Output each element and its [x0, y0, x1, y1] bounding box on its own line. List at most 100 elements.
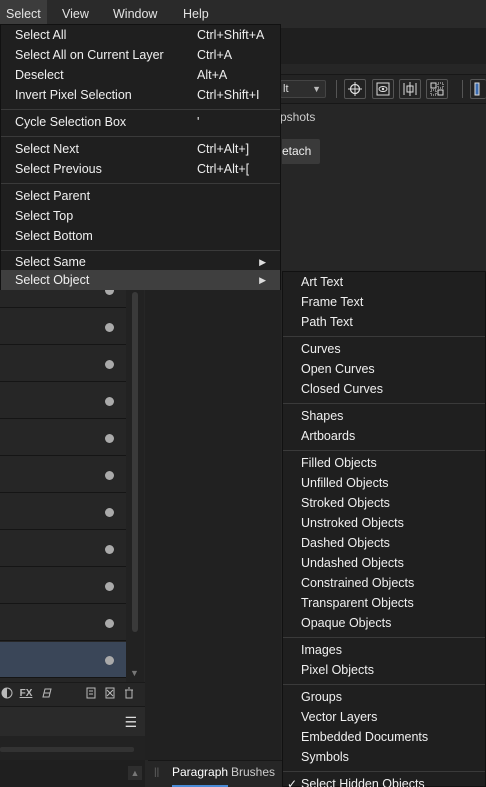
- mask-icon[interactable]: [40, 687, 54, 701]
- layer-row[interactable]: [0, 420, 126, 456]
- menu-item-select-previous[interactable]: Select Previous Ctrl+Alt+[: [1, 159, 280, 179]
- blend-mode-icon[interactable]: [0, 687, 14, 701]
- menu-item-label: Select Hidden Objects: [301, 777, 425, 787]
- snapshots-tab[interactable]: pshots: [280, 110, 315, 124]
- menu-item-label: Closed Curves: [301, 382, 383, 396]
- menu-item-artboards[interactable]: Artboards: [283, 426, 485, 446]
- menu-item-label: Invert Pixel Selection: [15, 88, 132, 102]
- menu-item-cycle-selection-box[interactable]: Cycle Selection Box ': [1, 112, 280, 132]
- menu-item-dashed-objects[interactable]: Dashed Objects: [283, 533, 485, 553]
- menu-item-select-bottom[interactable]: Select Bottom: [1, 226, 280, 246]
- menu-item-select-top[interactable]: Select Top: [1, 206, 280, 226]
- visibility-dot-icon[interactable]: [105, 507, 114, 517]
- crosshair-icon: [348, 82, 362, 96]
- panel-toggle-button[interactable]: [470, 79, 486, 99]
- align-center-button[interactable]: [399, 79, 421, 99]
- menu-item-select-parent[interactable]: Select Parent: [1, 186, 280, 206]
- menu-item-select-all[interactable]: Select All Ctrl+Shift+A: [1, 25, 280, 45]
- visibility-dot-icon[interactable]: [105, 655, 114, 665]
- layer-row[interactable]: [0, 494, 126, 530]
- menu-item-label: Images: [301, 643, 342, 657]
- trash-icon[interactable]: [122, 687, 136, 701]
- menu-item-embedded-documents[interactable]: Embedded Documents: [283, 727, 485, 747]
- align-center-icon: [403, 82, 417, 96]
- chevron-down-icon: ▼: [312, 84, 321, 94]
- menu-separator: [1, 183, 280, 184]
- menu-item-unstroked-objects[interactable]: Unstroked Objects: [283, 513, 485, 533]
- layers-scrollbar[interactable]: ▼: [126, 290, 144, 682]
- visibility-dot-icon[interactable]: [105, 470, 114, 480]
- menu-item-invert-pixel-selection[interactable]: Invert Pixel Selection Ctrl+Shift+I: [1, 85, 280, 105]
- menu-item-curves[interactable]: Curves: [283, 339, 485, 359]
- menu-item-symbols[interactable]: Symbols: [283, 747, 485, 767]
- top-toolbar: [280, 28, 486, 64]
- visibility-dot-icon[interactable]: [105, 396, 114, 406]
- layer-row[interactable]: [0, 642, 126, 678]
- layer-row[interactable]: [0, 383, 126, 419]
- menu-item-groups[interactable]: Groups: [283, 687, 485, 707]
- canvas-area: [145, 290, 281, 760]
- detach-button[interactable]: etach: [282, 139, 320, 164]
- crosshair-button[interactable]: [344, 79, 366, 99]
- scroll-down-icon[interactable]: ▼: [130, 668, 139, 678]
- view-box-button[interactable]: [372, 79, 394, 99]
- layers-footer: FX: [0, 682, 145, 704]
- layer-row[interactable]: [0, 605, 126, 641]
- scrollbar-thumb[interactable]: [132, 292, 138, 632]
- layer-row[interactable]: [0, 309, 126, 345]
- layer-row[interactable]: [0, 531, 126, 567]
- menu-item-pixel-objects[interactable]: Pixel Objects: [283, 660, 485, 680]
- grip-icon[interactable]: ||: [154, 767, 159, 778]
- menu-item-select-hidden-objects[interactable]: ✓ Select Hidden Objects: [283, 774, 485, 787]
- layer-row[interactable]: [0, 457, 126, 493]
- menu-item-opaque-objects[interactable]: Opaque Objects: [283, 613, 485, 633]
- visibility-dot-icon[interactable]: [105, 581, 114, 591]
- menu-item-art-text[interactable]: Art Text: [283, 272, 485, 292]
- visibility-dot-icon[interactable]: [105, 544, 114, 554]
- delete-layer-icon[interactable]: [103, 687, 117, 701]
- submenu-arrow-icon: ▶: [259, 257, 266, 267]
- toolbar-divider: [462, 80, 463, 98]
- menu-item-unfilled-objects[interactable]: Unfilled Objects: [283, 473, 485, 493]
- menu-item-shapes[interactable]: Shapes: [283, 406, 485, 426]
- fx-icon[interactable]: FX: [19, 687, 33, 701]
- menu-item-transparent-objects[interactable]: Transparent Objects: [283, 593, 485, 613]
- slider-track[interactable]: [0, 747, 134, 752]
- tab-brushes[interactable]: Brushes: [231, 761, 275, 787]
- menu-item-filled-objects[interactable]: Filled Objects: [283, 453, 485, 473]
- menu-separator: [283, 637, 485, 638]
- visibility-dot-icon[interactable]: [105, 618, 114, 628]
- menu-item-label: Unfilled Objects: [301, 476, 389, 490]
- menu-item-constrained-objects[interactable]: Constrained Objects: [283, 573, 485, 593]
- menu-item-deselect[interactable]: Deselect Alt+A: [1, 65, 280, 85]
- menu-item-select-next[interactable]: Select Next Ctrl+Alt+]: [1, 139, 280, 159]
- menu-item-stroked-objects[interactable]: Stroked Objects: [283, 493, 485, 513]
- menu-item-closed-curves[interactable]: Closed Curves: [283, 379, 485, 399]
- panel-menu-icon[interactable]: ☰: [124, 714, 137, 731]
- menu-item-open-curves[interactable]: Open Curves: [283, 359, 485, 379]
- menu-separator: [283, 771, 485, 772]
- new-layer-icon[interactable]: [84, 687, 98, 701]
- menu-item-select-same[interactable]: Select Same ▶: [1, 252, 280, 272]
- visibility-dot-icon[interactable]: [105, 359, 114, 369]
- menu-item-label: Transparent Objects: [301, 596, 414, 610]
- panel-icon: [474, 82, 480, 96]
- layer-row[interactable]: [0, 346, 126, 382]
- menu-item-frame-text[interactable]: Frame Text: [283, 292, 485, 312]
- menu-separator: [283, 336, 485, 337]
- menu-item-label: Vector Layers: [301, 710, 378, 724]
- scroll-up-icon[interactable]: ▲: [128, 766, 142, 780]
- visibility-dot-icon[interactable]: [105, 322, 114, 332]
- menu-item-select-all-current-layer[interactable]: Select All on Current Layer Ctrl+A: [1, 45, 280, 65]
- select-object-submenu: Art Text Frame Text Path Text Curves Ope…: [282, 271, 486, 787]
- layer-row[interactable]: [0, 568, 126, 604]
- tab-paragraph[interactable]: Paragraph: [172, 761, 229, 787]
- grid-select-button[interactable]: [426, 79, 448, 99]
- menu-item-undashed-objects[interactable]: Undashed Objects: [283, 553, 485, 573]
- menu-item-select-object[interactable]: Select Object ▶: [1, 270, 280, 290]
- menu-item-vector-layers[interactable]: Vector Layers: [283, 707, 485, 727]
- visibility-dot-icon[interactable]: [105, 433, 114, 443]
- menu-item-images[interactable]: Images: [283, 640, 485, 660]
- mode-dropdown[interactable]: lt ▼: [280, 80, 326, 98]
- menu-item-path-text[interactable]: Path Text: [283, 312, 485, 332]
